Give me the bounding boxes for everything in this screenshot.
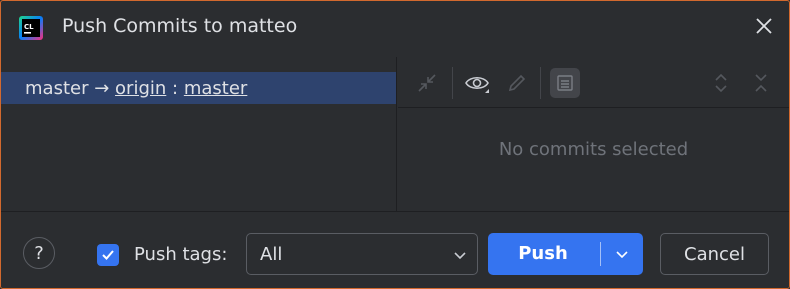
commit-details-pane: No commits selected (398, 57, 789, 211)
details-panel-icon (557, 75, 573, 91)
edit-button[interactable] (502, 68, 532, 98)
branch-row[interactable]: master → origin : master (1, 72, 396, 104)
local-branch-label: master (25, 77, 89, 99)
arrow-glyph: → (94, 77, 110, 99)
close-button[interactable] (753, 15, 775, 37)
clion-logo-icon: CL (19, 16, 43, 40)
no-commits-message: No commits selected (498, 139, 689, 160)
remote-link[interactable]: origin (115, 78, 166, 99)
expand-all-button[interactable] (706, 68, 736, 98)
close-icon (756, 18, 772, 34)
branch-tree-pane: master → origin : master (1, 57, 397, 211)
push-commits-dialog: CL Push Commits to matteo master → origi… (0, 0, 790, 289)
pencil-icon (508, 74, 526, 92)
push-tags-label: Push tags: (134, 244, 228, 265)
collapse-all-button[interactable] (746, 68, 776, 98)
merge-arrows-button[interactable] (412, 68, 442, 98)
collapse-icon (755, 74, 767, 92)
title-bar: CL Push Commits to matteo (1, 1, 789, 56)
checkmark-icon (102, 250, 114, 260)
eye-icon (465, 76, 489, 93)
push-tags-checkbox[interactable] (97, 244, 119, 266)
svg-text:CL: CL (24, 23, 34, 31)
help-button[interactable]: ? (23, 237, 55, 269)
cancel-button[interactable]: Cancel (660, 233, 769, 275)
target-branch-link[interactable]: master (184, 78, 247, 99)
chevron-down-icon (453, 247, 467, 266)
tags-select-value: All (260, 244, 283, 265)
dialog-footer: ? Push tags: All Push Cancel (1, 211, 789, 288)
details-toolbar (398, 57, 789, 108)
view-options-button[interactable] (462, 68, 492, 98)
push-options-button[interactable] (601, 233, 643, 275)
chevron-down-icon (616, 251, 628, 259)
merge-arrows-icon (418, 74, 436, 92)
details-panel-button[interactable] (550, 68, 580, 98)
push-button[interactable]: Push (488, 233, 643, 275)
push-button-label: Push (518, 243, 568, 264)
tags-select[interactable]: All (246, 233, 478, 275)
dialog-title: Push Commits to matteo (62, 15, 298, 37)
expand-icon (715, 73, 727, 93)
